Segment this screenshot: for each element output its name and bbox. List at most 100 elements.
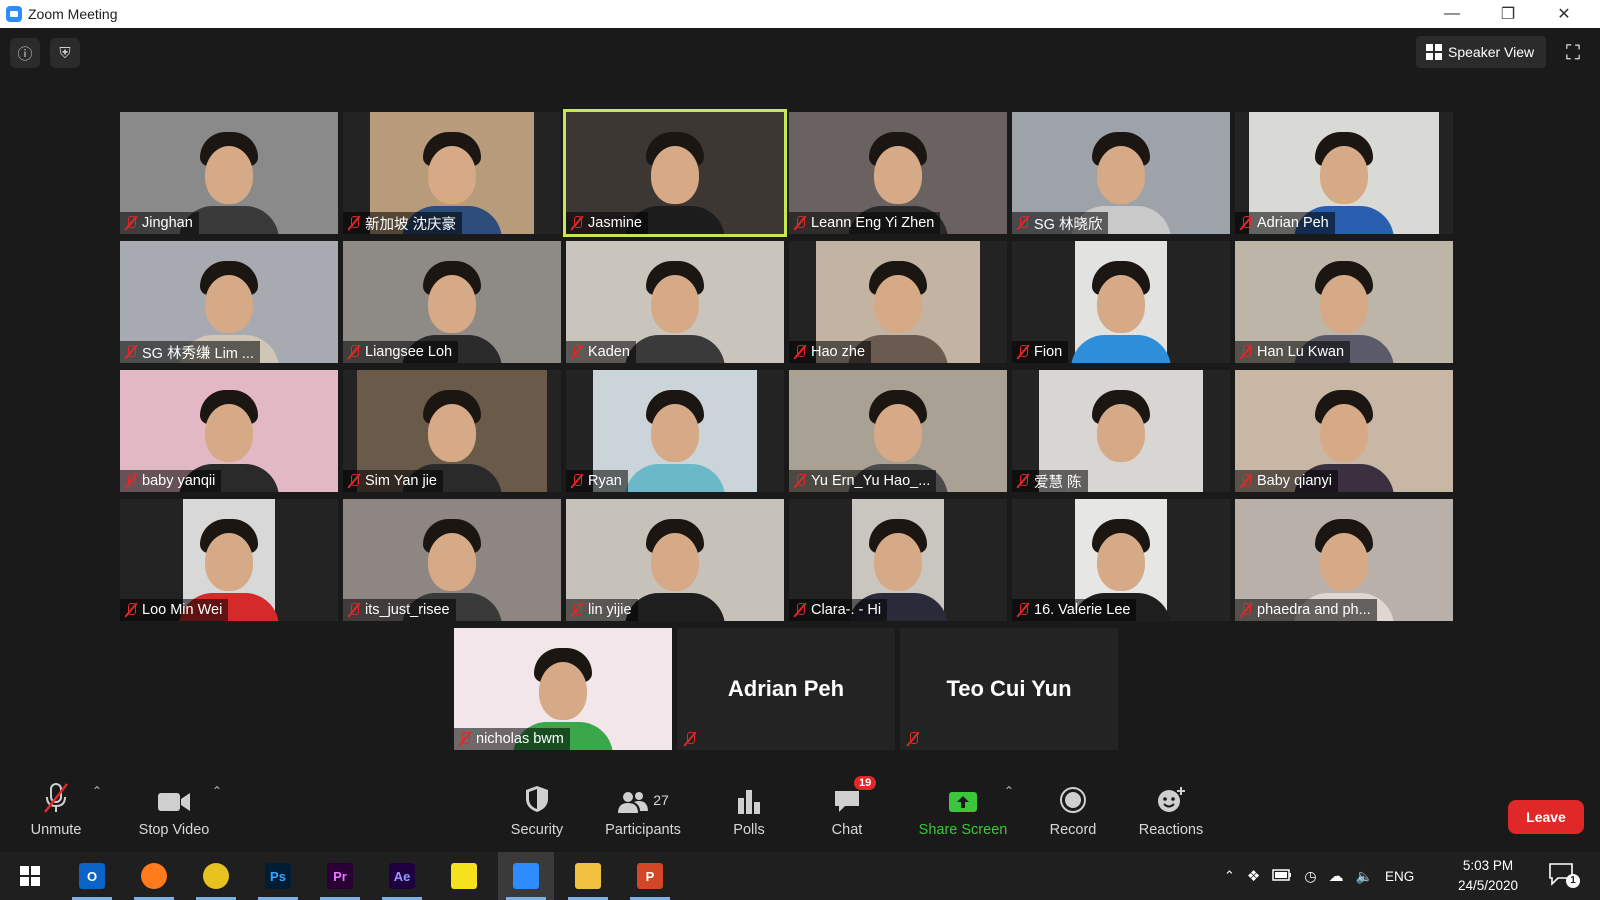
- video-options-caret-icon[interactable]: ⌃: [212, 784, 222, 798]
- participant-name-bar: Liangsee Loh: [343, 341, 459, 363]
- participant-tile[interactable]: Hao zhe: [789, 241, 1007, 363]
- minimize-button[interactable]: —: [1424, 0, 1480, 28]
- participant-name-bar: Jinghan: [120, 212, 199, 234]
- start-button[interactable]: [2, 852, 58, 900]
- unmute-button[interactable]: Unmute: [24, 770, 88, 852]
- participant-tile[interactable]: its_just_risee: [343, 499, 561, 621]
- security-button[interactable]: Security: [504, 770, 570, 852]
- video-camera-icon: [158, 793, 190, 811]
- restore-button[interactable]: ❐: [1480, 0, 1536, 28]
- dropbox-icon[interactable]: ❖: [1247, 867, 1260, 885]
- participant-name-bar: baby yanqii: [120, 470, 222, 492]
- reactions-button[interactable]: Reactions: [1136, 770, 1206, 852]
- participant-name-bar: Clara-. - Hi: [789, 599, 888, 621]
- taskbar-app[interactable]: [188, 852, 244, 900]
- participant-tile[interactable]: SG 林晓欣: [1012, 112, 1230, 234]
- participant-tile[interactable]: Yu Ern_Yu Hao_...: [789, 370, 1007, 492]
- share-screen-button[interactable]: Share Screen: [916, 770, 1010, 852]
- taskbar-app[interactable]: [498, 852, 554, 900]
- leave-meeting-button[interactable]: Leave: [1508, 800, 1584, 834]
- fullscreen-icon[interactable]: ⛶: [1560, 40, 1586, 66]
- speaker-view-label: Speaker View: [1448, 44, 1535, 60]
- participant-name: 爱慧 陈: [1034, 474, 1082, 491]
- participant-name: Han Lu Kwan: [1257, 344, 1345, 360]
- polls-chart-icon: [738, 790, 760, 814]
- taskbar-app[interactable]: P: [622, 852, 678, 900]
- input-language-indicator[interactable]: ENG: [1385, 869, 1414, 884]
- participant-tile[interactable]: Jinghan: [120, 112, 338, 234]
- participant-tile[interactable]: 新加坡 沈庆豪: [343, 112, 561, 234]
- taskbar-app[interactable]: Ae: [374, 852, 430, 900]
- participant-tile[interactable]: Adrian Peh: [677, 628, 895, 750]
- audio-options-caret-icon[interactable]: ⌃: [92, 784, 102, 798]
- participant-tile[interactable]: Teo Cui Yun: [900, 628, 1118, 750]
- participant-tile[interactable]: Liangsee Loh: [343, 241, 561, 363]
- participant-name-bar: its_just_risee: [343, 599, 456, 621]
- meeting-toolbar: Unmute ⌃ Stop Video ⌃ Security 27 Partic…: [0, 770, 1600, 852]
- participant-tile[interactable]: Adrian Peh: [1235, 112, 1453, 234]
- participant-tile[interactable]: Ryan: [566, 370, 784, 492]
- action-center-button[interactable]: 1: [1548, 862, 1580, 890]
- participant-tile[interactable]: Loo Min Wei: [120, 499, 338, 621]
- participant-name-bar: Baby qianyi: [1235, 470, 1338, 492]
- participant-name: Jinghan: [142, 215, 193, 231]
- system-clock[interactable]: 5:03 PM 24/5/2020: [1444, 856, 1532, 896]
- muted-mic-icon: [124, 602, 138, 618]
- participant-name-bar: 新加坡 沈庆豪: [343, 212, 463, 234]
- participant-name: Sim Yan jie: [365, 473, 437, 489]
- onedrive-cloud-icon[interactable]: ☁: [1329, 867, 1344, 885]
- polls-label: Polls: [733, 822, 765, 838]
- participant-name: Ryan: [588, 473, 622, 489]
- show-hidden-icons-caret-icon[interactable]: ⌃: [1224, 868, 1235, 884]
- taskbar-app[interactable]: [436, 852, 492, 900]
- reactions-emoji-icon: [1158, 787, 1185, 812]
- participant-tile[interactable]: Fion: [1012, 241, 1230, 363]
- participant-tile[interactable]: lin yijie: [566, 499, 784, 621]
- muted-mic-icon: [570, 473, 584, 489]
- battery-icon[interactable]: [1272, 868, 1292, 884]
- participant-tile[interactable]: Sim Yan jie: [343, 370, 561, 492]
- participant-tile[interactable]: Kaden: [566, 241, 784, 363]
- muted-mic-icon: [570, 344, 584, 360]
- participant-name: baby yanqii: [142, 473, 216, 489]
- meeting-info-icon[interactable]: ⓘ: [10, 38, 40, 68]
- encryption-shield-icon[interactable]: ⛨: [50, 38, 80, 68]
- record-button[interactable]: Record: [1044, 770, 1102, 852]
- wifi-icon[interactable]: ◷: [1304, 868, 1316, 885]
- chrome-icon: [203, 863, 229, 889]
- participant-name: SG 林晓欣: [1034, 216, 1103, 233]
- participant-tile[interactable]: baby yanqii: [120, 370, 338, 492]
- taskbar-app[interactable]: [126, 852, 182, 900]
- participant-tile[interactable]: nicholas bwm: [454, 628, 672, 750]
- participant-name: 新加坡 沈庆豪: [365, 216, 457, 233]
- polls-button[interactable]: Polls: [724, 770, 774, 852]
- muted-mic-icon: [1016, 473, 1030, 489]
- taskbar-app[interactable]: O: [64, 852, 120, 900]
- participant-tile[interactable]: phaedra and ph...: [1235, 499, 1453, 621]
- participant-tile[interactable]: Jasmine: [563, 109, 787, 237]
- zoom-app-icon: [6, 6, 22, 22]
- participant-tile[interactable]: SG 林秀缣 Lim ...: [120, 241, 338, 363]
- taskbar-app[interactable]: Ps: [250, 852, 306, 900]
- muted-mic-icon: [570, 602, 584, 618]
- taskbar-app[interactable]: [560, 852, 616, 900]
- participant-tile[interactable]: Han Lu Kwan: [1235, 241, 1453, 363]
- participant-tile[interactable]: Clara-. - Hi: [789, 499, 1007, 621]
- volume-icon[interactable]: 🔈: [1356, 868, 1373, 885]
- participant-name-bar: lin yijie: [566, 599, 638, 621]
- stop-video-button[interactable]: Stop Video: [132, 770, 216, 852]
- taskbar-app[interactable]: Pr: [312, 852, 368, 900]
- speaker-view-button[interactable]: Speaker View: [1416, 36, 1546, 68]
- participant-tile[interactable]: Baby qianyi: [1235, 370, 1453, 492]
- participants-icon: [618, 792, 649, 813]
- participants-button[interactable]: 27 Participants: [598, 770, 688, 852]
- share-options-caret-icon[interactable]: ⌃: [1004, 784, 1014, 798]
- participant-tile[interactable]: 16. Valerie Lee: [1012, 499, 1230, 621]
- participant-name: phaedra and ph...: [1257, 602, 1371, 618]
- muted-mic-icon: [124, 215, 138, 231]
- security-shield-icon: [526, 786, 548, 812]
- close-window-button[interactable]: ✕: [1536, 0, 1592, 28]
- participant-tile[interactable]: 爱慧 陈: [1012, 370, 1230, 492]
- zoom-icon: [513, 863, 539, 889]
- participant-tile[interactable]: Leann Eng Yi Zhen: [789, 112, 1007, 234]
